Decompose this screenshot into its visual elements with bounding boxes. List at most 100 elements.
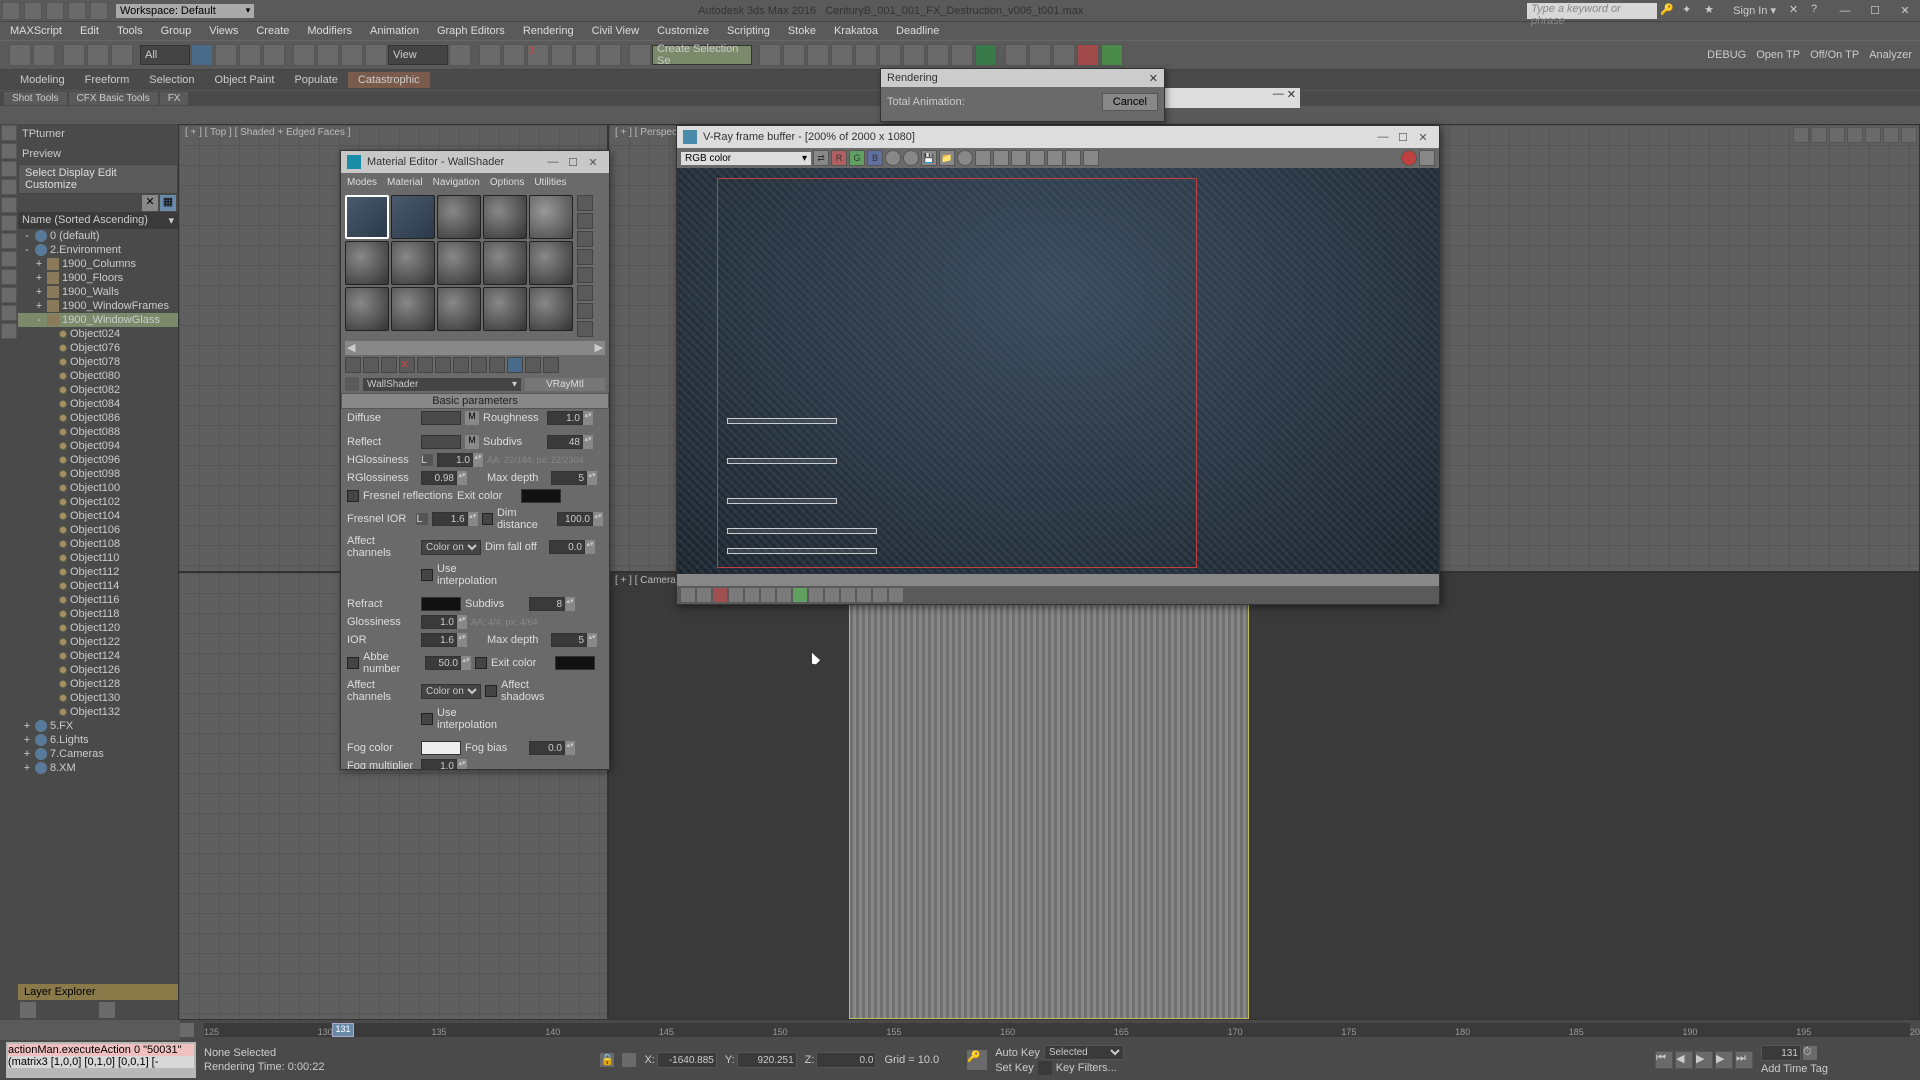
setkey-button[interactable]: Set Key <box>995 1062 1034 1074</box>
redo-button[interactable] <box>33 44 55 66</box>
exchange-icon[interactable]: ✦ <box>1682 3 1698 19</box>
angle-snap-button[interactable] <box>551 44 573 66</box>
add-time-tag[interactable]: Add Time Tag <box>1761 1063 1828 1075</box>
mat-tool-8[interactable] <box>471 357 487 373</box>
rail-btn-12[interactable] <box>1 323 17 339</box>
vray-hscroll[interactable] <box>677 574 1439 586</box>
vray-bt-1[interactable] <box>681 588 695 602</box>
rendered-frame-button[interactable] <box>951 44 973 66</box>
unlink-button[interactable] <box>87 44 109 66</box>
vray-bt-5[interactable] <box>745 588 759 602</box>
tree-item[interactable]: Object076 <box>18 341 178 355</box>
eyedropper-icon[interactable] <box>345 377 359 391</box>
tab-object paint[interactable]: Object Paint <box>205 72 285 88</box>
vray-clear-button[interactable] <box>957 150 973 166</box>
dimdist-input[interactable] <box>557 512 593 526</box>
rf-exit-checkbox[interactable] <box>475 657 487 669</box>
explorer-column-header[interactable]: Name (Sorted Ascending)▾ <box>18 212 178 229</box>
vray-bt-13[interactable] <box>873 588 887 602</box>
rf-exit-swatch[interactable] <box>555 656 595 670</box>
key-icon[interactable] <box>1038 1061 1052 1075</box>
vray-bt-14[interactable] <box>889 588 903 602</box>
goto-start-button[interactable]: ⏮ <box>1655 1051 1673 1069</box>
new-icon[interactable] <box>2 2 20 20</box>
vp-shade2-icon[interactable] <box>1829 127 1845 143</box>
goto-end-button[interactable]: ⏭ <box>1735 1051 1753 1069</box>
menu-civilview[interactable]: Civil View <box>592 25 639 37</box>
mat-side-8[interactable] <box>577 321 593 337</box>
vray-track-icon[interactable] <box>1011 150 1027 166</box>
tree-item[interactable]: Object088 <box>18 425 178 439</box>
tree-item[interactable]: Object122 <box>18 635 178 649</box>
menu-tools[interactable]: Tools <box>117 25 143 37</box>
coord-y-input[interactable] <box>737 1052 797 1068</box>
material-slot-14[interactable] <box>483 287 527 331</box>
rail-btn-6[interactable] <box>1 215 17 231</box>
toolbar-link-analyzer[interactable]: Analyzer <box>1869 49 1912 61</box>
time-config-icon[interactable]: ⏱ <box>1803 1046 1817 1060</box>
matmenu-modes[interactable]: Modes <box>347 177 377 188</box>
vray-link-icon[interactable] <box>1029 150 1045 166</box>
vray-bt-7[interactable] <box>777 588 791 602</box>
menu-rendering[interactable]: Rendering <box>523 25 574 37</box>
reflect-subdivs-input[interactable] <box>547 435 583 449</box>
vray-render-button[interactable] <box>1419 150 1435 166</box>
rail-btn-10[interactable] <box>1 287 17 303</box>
matmenu-utilities[interactable]: Utilities <box>534 177 566 188</box>
material-slot-6[interactable] <box>345 241 389 285</box>
placement-button[interactable] <box>365 44 387 66</box>
mat-tool-12[interactable] <box>543 357 559 373</box>
fogbias-input[interactable] <box>529 741 565 755</box>
menu-grapheditors[interactable]: Graph Editors <box>437 25 505 37</box>
diffuse-map-button[interactable]: M <box>465 411 479 425</box>
pivot-button[interactable] <box>449 44 471 66</box>
vray-close[interactable]: ✕ <box>1413 131 1433 144</box>
material-slot-12[interactable] <box>391 287 435 331</box>
next-frame-button[interactable]: ▶ <box>1715 1051 1733 1069</box>
tree-item[interactable]: Object086 <box>18 411 178 425</box>
key-filters-button[interactable]: Key Filters... <box>1056 1062 1117 1074</box>
tree-item[interactable]: Object116 <box>18 593 178 607</box>
key-filter-select[interactable]: Selected <box>1044 1045 1124 1060</box>
explorer-close-icon[interactable]: ✕ <box>142 195 158 211</box>
window-crossing-button[interactable] <box>263 44 285 66</box>
layers-button[interactable] <box>807 44 829 66</box>
scene-tree[interactable]: -0 (default)-2.Environment+1900_Columns+… <box>18 229 178 984</box>
tree-item[interactable]: Object100 <box>18 481 178 495</box>
tree-item[interactable]: +6.Lights <box>18 733 178 747</box>
move-button[interactable] <box>293 44 315 66</box>
current-frame-indicator[interactable]: 131 <box>332 1023 354 1037</box>
mat-tool-11[interactable] <box>525 357 541 373</box>
mat-tool-6[interactable] <box>435 357 451 373</box>
select-button[interactable] <box>191 44 213 66</box>
mat-tool-9[interactable] <box>489 357 505 373</box>
viewport-camera[interactable]: [ + ] [ Camera_C <box>608 572 1920 1020</box>
mat-side-7[interactable] <box>577 303 593 319</box>
matmenu-options[interactable]: Options <box>490 177 524 188</box>
mirror-button[interactable] <box>759 44 781 66</box>
material-name-dropdown[interactable]: WallShader <box>363 378 521 391</box>
vray-save-icon[interactable]: 💾 <box>921 150 937 166</box>
rotate-button[interactable] <box>317 44 339 66</box>
curve-editor-button[interactable] <box>855 44 877 66</box>
vray-render-region[interactable] <box>717 178 1197 568</box>
material-slot-15[interactable] <box>529 287 573 331</box>
prev-frame-button[interactable]: ◀ <box>1675 1051 1693 1069</box>
toolbar-link-debug[interactable]: DEBUG <box>1707 49 1746 61</box>
hgloss-lock-icon[interactable]: L <box>421 454 433 466</box>
diffuse-swatch[interactable] <box>421 411 461 425</box>
material-editor-close[interactable]: ✕ <box>583 156 603 169</box>
material-type-button[interactable]: VRayMtl <box>525 378 605 391</box>
useinterp-checkbox[interactable] <box>421 569 433 581</box>
vray-region-icon[interactable] <box>993 150 1009 166</box>
tree-item[interactable]: Object126 <box>18 663 178 677</box>
vray-bt-6[interactable] <box>761 588 775 602</box>
material-slot-8[interactable] <box>437 241 481 285</box>
hgloss-input[interactable] <box>437 453 473 467</box>
named-selection-dropdown[interactable]: Create Selection Se <box>652 45 752 65</box>
menu-stoke[interactable]: Stoke <box>788 25 816 37</box>
vray-bt-9[interactable] <box>809 588 823 602</box>
tree-item[interactable]: +5.FX <box>18 719 178 733</box>
maxdepth-input[interactable] <box>551 471 587 485</box>
dimfall-input[interactable] <box>549 540 585 554</box>
